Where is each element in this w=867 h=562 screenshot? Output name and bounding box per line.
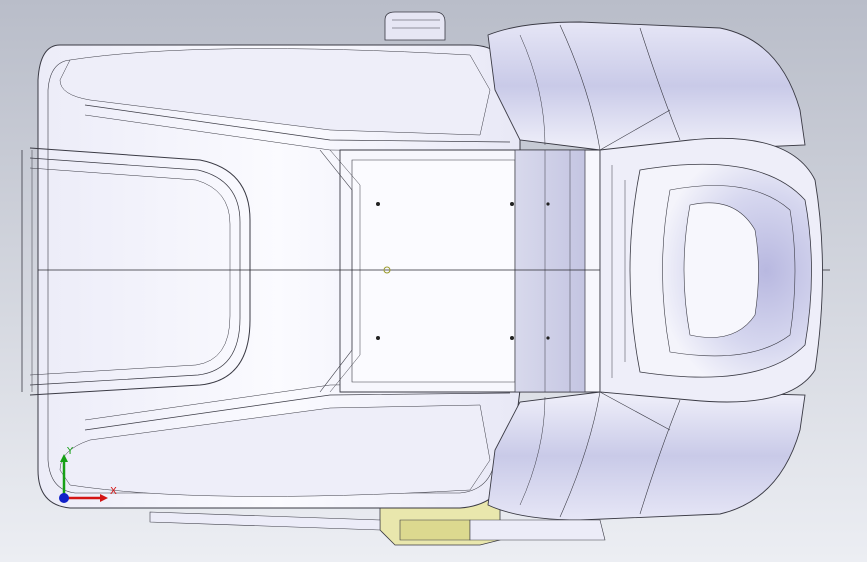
bolt-hole (546, 336, 550, 340)
backrest[interactable] (599, 137, 823, 403)
coordinate-triad: X Y (59, 446, 117, 503)
y-axis-label: Y (66, 446, 74, 457)
center-mounting-frame[interactable] (319, 149, 601, 393)
bolt-hole (546, 202, 550, 206)
bolt-hole (510, 336, 514, 340)
seat-model-top-view[interactable] (0, 0, 867, 562)
bolt-hole (376, 202, 380, 206)
x-axis-label: X (110, 486, 117, 497)
bolt-hole (510, 202, 514, 206)
x-axis-arrowhead (100, 494, 108, 502)
top-connector-part[interactable] (384, 11, 446, 41)
backrest-upper-bolster[interactable] (487, 21, 806, 151)
origin-dot (59, 493, 69, 503)
backrest-lower-bolster[interactable] (487, 391, 806, 521)
bolt-hole (376, 336, 380, 340)
cad-viewport[interactable]: X Y (0, 0, 867, 562)
